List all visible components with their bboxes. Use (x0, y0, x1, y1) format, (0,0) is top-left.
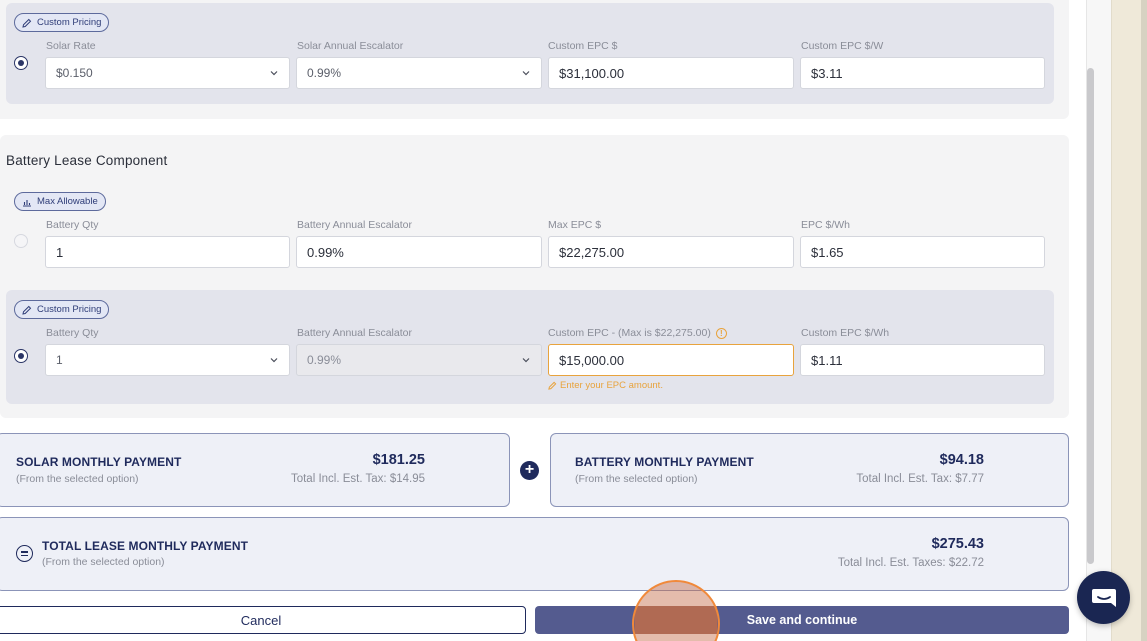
battery-max-epc-input[interactable]: $22,275.00 (548, 236, 794, 268)
epc-hint-text: Enter your EPC amount. (560, 380, 663, 391)
battery-custom-epc-wh-input[interactable]: $1.11 (800, 344, 1045, 376)
solar-payment-tax: Total Incl. Est. Tax: $14.95 (290, 473, 425, 485)
battery-custom-epc-wh-value: $1.11 (811, 352, 843, 368)
pencil-icon (22, 305, 32, 315)
solar-custom-epc-input[interactable]: $31,100.00 (548, 57, 794, 89)
chat-icon (1091, 588, 1116, 607)
solar-rate-select[interactable]: $0.150 (45, 57, 290, 89)
tag-label: Custom Pricing (37, 304, 102, 315)
battery-epc-wh-value: $1.65 (811, 244, 844, 260)
solar-custom-pricing-tag: Custom Pricing (14, 13, 110, 32)
scrollbar-thumb[interactable] (1087, 68, 1094, 564)
battery-custom-pricing-tag: Custom Pricing (14, 300, 110, 319)
solar-custom-epc-w-label: Custom EPC $/W (801, 40, 884, 52)
total-payment-subtitle: (From the selected option) (42, 556, 165, 568)
solar-custom-epc-w-input[interactable]: $3.11 (800, 57, 1045, 89)
solar-custom-epc-label: Custom EPC $ (548, 40, 618, 52)
solar-payment-title: SOLAR MONTHLY PAYMENT (16, 455, 182, 469)
battery-qty-value: 1 (56, 244, 64, 260)
battery-max-allowable-radio[interactable] (14, 234, 28, 248)
battery-custom-qty-select[interactable]: 1 (45, 344, 290, 376)
battery-custom-epc-label: Custom EPC - (Max is $22,275.00) ! (548, 327, 727, 339)
solar-escalator-label: Solar Annual Escalator (297, 40, 404, 52)
battery-custom-escalator-label: Battery Annual Escalator (297, 327, 412, 339)
battery-payment-card (550, 433, 1069, 507)
battery-escalator-value: 0.99% (307, 244, 344, 260)
battery-max-allowable-tag: Max Allowable (14, 192, 106, 211)
solar-escalator-select[interactable]: 0.99% (296, 57, 542, 89)
battery-payment-title: BATTERY MONTHLY PAYMENT (575, 455, 754, 469)
battery-max-epc-label: Max EPC $ (548, 219, 602, 231)
battery-custom-epc-label-text: Custom EPC - (Max is $22,275.00) (548, 327, 711, 339)
lease-pricing-form: Custom Pricing Solar Rate $0.150 Solar A… (0, 0, 1086, 641)
chevron-down-icon (270, 71, 278, 76)
pencil-icon (22, 18, 32, 28)
solar-rate-label: Solar Rate (46, 40, 96, 52)
solar-escalator-value: 0.99% (307, 66, 342, 80)
battery-custom-qty-label: Battery Qty (46, 327, 99, 339)
side-panel-border (1141, 0, 1147, 641)
chevron-down-icon (270, 358, 278, 363)
chevron-down-icon (522, 71, 530, 76)
total-payment-card (0, 517, 1069, 591)
tag-label: Custom Pricing (37, 17, 102, 28)
info-icon[interactable]: ! (715, 327, 727, 339)
battery-custom-escalator-value: 0.99% (307, 353, 342, 367)
battery-custom-epc-value: $15,000.00 (559, 352, 625, 368)
total-payment-amount: $275.43 (931, 536, 984, 552)
solar-payment-amount: $181.25 (372, 452, 425, 468)
battery-payment-subtitle: (From the selected option) (575, 473, 698, 485)
battery-payment-tax: Total Incl. Est. Tax: $7.77 (856, 473, 984, 485)
battery-custom-epc-wh-label: Custom EPC $/Wh (801, 327, 890, 339)
save-and-continue-button[interactable]: Save and continue (535, 606, 1069, 634)
battery-qty-label: Battery Qty (46, 219, 99, 231)
solar-payment-card (0, 433, 510, 507)
battery-custom-epc-input[interactable]: $15,000.00 (548, 344, 794, 376)
epc-hint: Enter your EPC amount. (548, 380, 663, 391)
solar-rate-value: $0.150 (56, 66, 93, 80)
battery-custom-escalator-select: 0.99% (296, 344, 542, 376)
battery-section-title: Battery Lease Component (6, 153, 168, 168)
battery-custom-qty-value: 1 (56, 353, 63, 367)
solar-custom-epc-value: $31,100.00 (559, 65, 625, 81)
battery-escalator-input[interactable]: 0.99% (296, 236, 542, 268)
equals-icon (16, 545, 33, 562)
save-button-label: Save and continue (746, 613, 858, 627)
battery-custom-radio[interactable] (14, 349, 28, 363)
tag-label: Max Allowable (37, 196, 98, 207)
cancel-button[interactable]: Cancel (0, 606, 526, 634)
pencil-icon (548, 381, 557, 390)
battery-epc-wh-input[interactable]: $1.65 (800, 236, 1045, 268)
solar-custom-epc-w-value: $3.11 (811, 65, 843, 81)
chat-launcher-button[interactable] (1077, 571, 1130, 624)
battery-payment-amount: $94.18 (939, 452, 984, 468)
battery-epc-wh-label: EPC $/Wh (801, 219, 851, 231)
chart-icon (23, 199, 31, 207)
total-payment-tax: Total Incl. Est. Taxes: $22.72 (837, 557, 984, 569)
plus-icon: + (520, 461, 539, 480)
total-payment-title: TOTAL LEASE MONTHLY PAYMENT (42, 539, 249, 553)
battery-qty-input[interactable]: 1 (45, 236, 290, 268)
chevron-down-icon (522, 358, 530, 363)
solar-payment-subtitle: (From the selected option) (16, 473, 139, 485)
battery-max-epc-value: $22,275.00 (559, 244, 625, 260)
battery-escalator-label: Battery Annual Escalator (297, 219, 412, 231)
solar-custom-radio[interactable] (14, 56, 28, 70)
